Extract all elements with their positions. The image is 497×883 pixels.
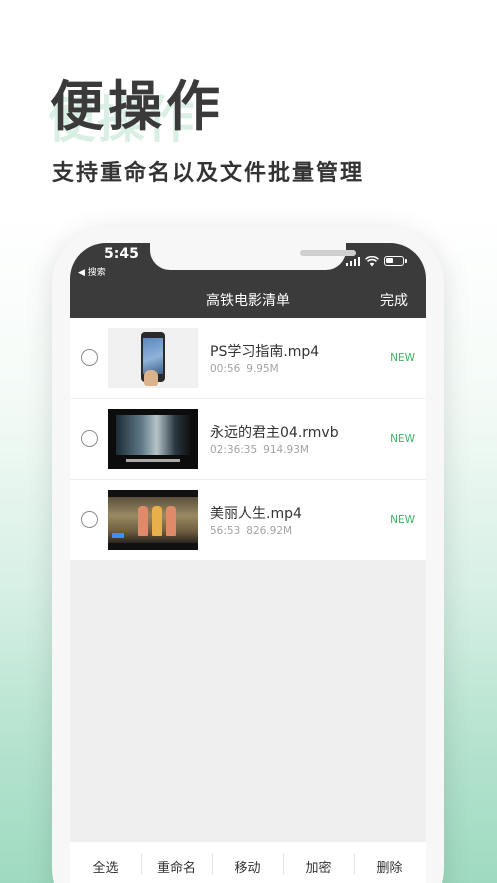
- file-duration: 56:53: [210, 525, 241, 537]
- file-name: 美丽人生.mp4: [210, 506, 302, 522]
- hero-title: 便操作: [50, 75, 224, 138]
- move-button[interactable]: 移动: [212, 857, 283, 876]
- select-all-button[interactable]: 全选: [70, 857, 141, 876]
- status-back-link[interactable]: ◀ 搜索: [78, 265, 106, 278]
- hero-subtitle: 支持重命名以及文件批量管理: [52, 161, 365, 186]
- status-bar: 5:45 ◀ 搜索: [70, 243, 426, 281]
- file-size: 826.92M: [246, 525, 293, 537]
- video-thumbnail[interactable]: [108, 490, 198, 550]
- new-badge: NEW: [390, 514, 415, 526]
- select-radio[interactable]: [81, 430, 98, 447]
- nav-title: 高铁电影清单: [206, 293, 290, 309]
- wifi-icon: [365, 255, 379, 266]
- video-thumbnail[interactable]: [108, 409, 198, 469]
- nav-bar: 高铁电影清单 完成: [70, 281, 426, 318]
- file-meta: 02:36:35 914.93M: [210, 444, 309, 456]
- battery-icon: [384, 256, 407, 266]
- file-row[interactable]: 美丽人生.mp4 56:53 826.92M NEW: [70, 480, 426, 561]
- file-size: 9.95M: [246, 363, 279, 375]
- status-time: 5:45: [104, 246, 139, 262]
- new-badge: NEW: [390, 433, 415, 445]
- file-meta: 56:53 826.92M: [210, 525, 292, 537]
- video-thumbnail[interactable]: [108, 328, 198, 388]
- file-row[interactable]: 永远的君主04.rmvb 02:36:35 914.93M NEW: [70, 399, 426, 480]
- file-list: PS学习指南.mp4 00:56 9.95M NEW 永远的君主04.rmvb 0…: [70, 318, 426, 561]
- phone-notch: [150, 243, 356, 270]
- phone-screen: 5:45 ◀ 搜索 高铁电影清单 完成 PS学习指南.mp4 00:56 9.9…: [70, 243, 426, 883]
- select-radio[interactable]: [81, 511, 98, 528]
- done-button[interactable]: 完成: [380, 290, 408, 310]
- file-duration: 02:36:35: [210, 444, 258, 456]
- file-duration: 00:56: [210, 363, 241, 375]
- file-row[interactable]: PS学习指南.mp4 00:56 9.95M NEW: [70, 318, 426, 399]
- file-size: 914.93M: [263, 444, 309, 456]
- rename-button[interactable]: 重命名: [141, 857, 212, 876]
- signal-icon: [345, 256, 360, 266]
- status-icons: [345, 255, 407, 267]
- new-badge: NEW: [390, 352, 415, 364]
- delete-button[interactable]: 删除: [354, 857, 425, 876]
- select-radio[interactable]: [81, 349, 98, 366]
- file-name: PS学习指南.mp4: [210, 344, 320, 360]
- file-meta: 00:56 9.95M: [210, 363, 279, 375]
- bottom-toolbar: 全选 重命名 移动 加密 删除: [70, 842, 426, 883]
- file-name: 永远的君主04.rmvb: [210, 425, 339, 441]
- encrypt-button[interactable]: 加密: [283, 857, 354, 876]
